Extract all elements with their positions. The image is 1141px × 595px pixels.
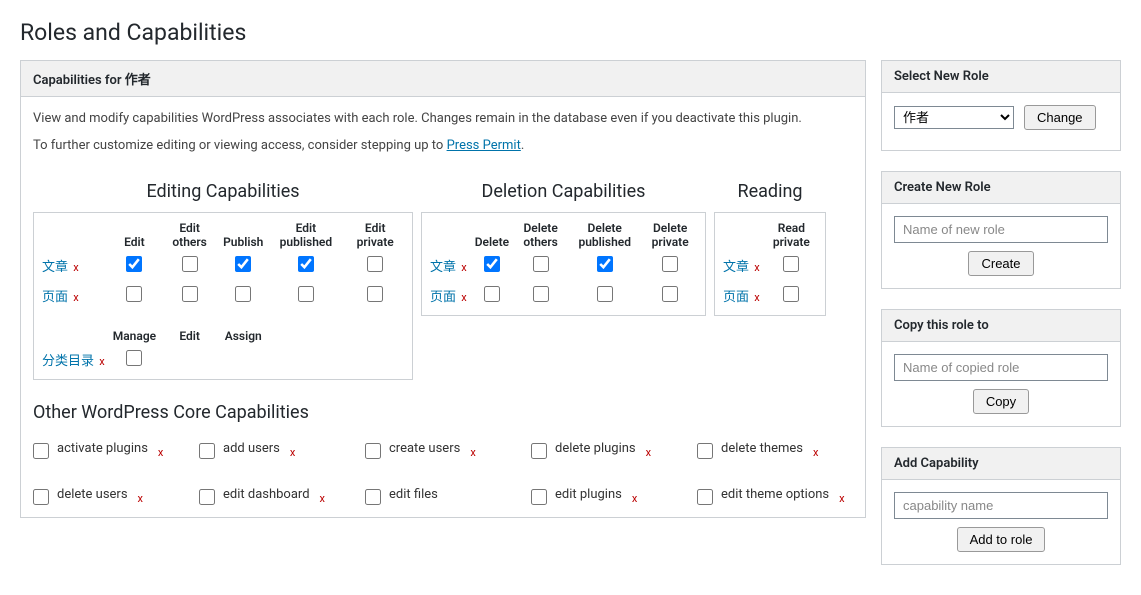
manage-categories-cb[interactable] [126, 350, 142, 366]
reading-row-posts[interactable]: 文章 [723, 260, 749, 275]
remove-cap-x[interactable]: x [813, 446, 818, 459]
core-cap-item: edit files [365, 487, 521, 505]
delete-pages-cb[interactable] [484, 286, 500, 302]
core-cap-checkbox[interactable] [33, 443, 49, 459]
core-cap-checkbox[interactable] [697, 443, 713, 459]
copy-role-button[interactable]: Copy [973, 389, 1029, 414]
add-capability-input[interactable] [894, 492, 1108, 519]
publish-pages-cb[interactable] [235, 286, 251, 302]
delete-others-pages-cb[interactable] [533, 286, 549, 302]
remove-cap-x[interactable]: x [138, 492, 143, 505]
deletion-row-pages[interactable]: 页面 [430, 290, 456, 305]
core-cap-checkbox[interactable] [531, 489, 547, 505]
editing-row-categories[interactable]: 分类目录 [42, 354, 94, 369]
copy-role-input[interactable] [894, 354, 1108, 381]
delete-private-pages-cb[interactable] [662, 286, 678, 302]
remove-cap-x[interactable]: x [320, 492, 325, 505]
role-select[interactable]: 作者 [894, 106, 1014, 129]
edit-others-pages-cb[interactable] [182, 286, 198, 302]
core-cap-checkbox[interactable] [697, 489, 713, 505]
create-role-box: Create New Role Create [881, 171, 1121, 289]
core-cap-label: edit theme options [721, 487, 829, 502]
remove-cap-x[interactable]: x [646, 446, 651, 459]
description-line2: To further customize editing or viewing … [33, 136, 853, 157]
description-line1: View and modify capabilities WordPress a… [33, 109, 853, 130]
core-cap-checkbox[interactable] [365, 443, 381, 459]
publish-posts-cb[interactable] [235, 256, 251, 272]
delete-published-pages-cb[interactable] [597, 286, 613, 302]
core-cap-label: edit files [389, 487, 438, 502]
deletion-title: Deletion Capabilities [421, 175, 706, 212]
core-cap-item: create users x [365, 441, 521, 459]
create-role-button[interactable]: Create [968, 251, 1033, 276]
edit-posts-cb[interactable] [126, 256, 142, 272]
core-cap-item: edit dashboard x [199, 487, 355, 505]
editing-row-posts[interactable]: 文章 [42, 260, 68, 275]
core-cap-label: delete themes [721, 441, 803, 456]
press-permit-link[interactable]: Press Permit [447, 138, 521, 153]
remove-cap-x[interactable]: x [290, 446, 295, 459]
core-cap-label: delete plugins [555, 441, 636, 456]
add-capability-button[interactable]: Add to role [957, 527, 1046, 552]
delete-published-posts-cb[interactable] [597, 256, 613, 272]
remove-cap-x[interactable]: x [839, 492, 844, 505]
editing-title: Editing Capabilities [33, 175, 413, 212]
delete-private-posts-cb[interactable] [662, 256, 678, 272]
core-cap-label: activate plugins [57, 441, 148, 456]
deletion-table: Delete Delete others Delete published De… [428, 217, 699, 311]
core-cap-item: activate plugins x [33, 441, 189, 459]
delete-others-posts-cb[interactable] [533, 256, 549, 272]
edit-private-pages-cb[interactable] [367, 286, 383, 302]
remove-cap-x[interactable]: x [632, 492, 637, 505]
edit-pages-cb[interactable] [126, 286, 142, 302]
reading-table: Read private 文章 x 页面 x [721, 217, 819, 311]
page-title: Roles and Capabilities [20, 10, 1121, 50]
select-role-box: Select New Role 作者 Change [881, 60, 1121, 151]
add-capability-title: Add Capability [882, 448, 1120, 480]
delete-posts-cb[interactable] [484, 256, 500, 272]
edit-published-pages-cb[interactable] [298, 286, 314, 302]
core-cap-label: add users [223, 441, 280, 456]
core-cap-checkbox[interactable] [199, 443, 215, 459]
copy-role-title: Copy this role to [882, 310, 1120, 342]
remove-cap-x[interactable]: x [158, 446, 163, 459]
editing-row-pages[interactable]: 页面 [42, 290, 68, 305]
core-cap-checkbox[interactable] [199, 489, 215, 505]
core-cap-checkbox[interactable] [365, 489, 381, 505]
capabilities-box: Capabilities for 作者 View and modify capa… [20, 60, 866, 518]
core-cap-label: create users [389, 441, 460, 456]
select-role-title: Select New Role [882, 61, 1120, 93]
core-cap-item: edit theme options x [697, 487, 853, 505]
core-cap-item: delete plugins x [531, 441, 687, 459]
edit-private-posts-cb[interactable] [367, 256, 383, 272]
core-cap-item: add users x [199, 441, 355, 459]
core-cap-label: edit dashboard [223, 487, 310, 502]
add-capability-box: Add Capability Add to role [881, 447, 1121, 565]
change-role-button[interactable]: Change [1024, 105, 1096, 130]
read-private-pages-cb[interactable] [783, 286, 799, 302]
create-role-title: Create New Role [882, 172, 1120, 204]
core-cap-item: delete users x [33, 487, 189, 505]
core-cap-label: delete users [57, 487, 128, 502]
other-core-title: Other WordPress Core Capabilities [33, 402, 853, 423]
copy-role-box: Copy this role to Copy [881, 309, 1121, 427]
core-cap-item: delete themes x [697, 441, 853, 459]
core-cap-checkbox[interactable] [531, 443, 547, 459]
deletion-row-posts[interactable]: 文章 [430, 260, 456, 275]
remove-cap-x[interactable]: x [470, 446, 475, 459]
read-private-posts-cb[interactable] [783, 256, 799, 272]
core-cap-checkbox[interactable] [33, 489, 49, 505]
core-cap-item: edit plugins x [531, 487, 687, 505]
edit-published-posts-cb[interactable] [298, 256, 314, 272]
edit-others-posts-cb[interactable] [182, 256, 198, 272]
core-cap-label: edit plugins [555, 487, 622, 502]
editing-table: Edit Edit others Publish Edit published … [40, 217, 406, 375]
reading-title: Reading [714, 175, 826, 212]
capabilities-box-title: Capabilities for 作者 [21, 61, 865, 97]
create-role-input[interactable] [894, 216, 1108, 243]
reading-row-pages[interactable]: 页面 [723, 290, 749, 305]
